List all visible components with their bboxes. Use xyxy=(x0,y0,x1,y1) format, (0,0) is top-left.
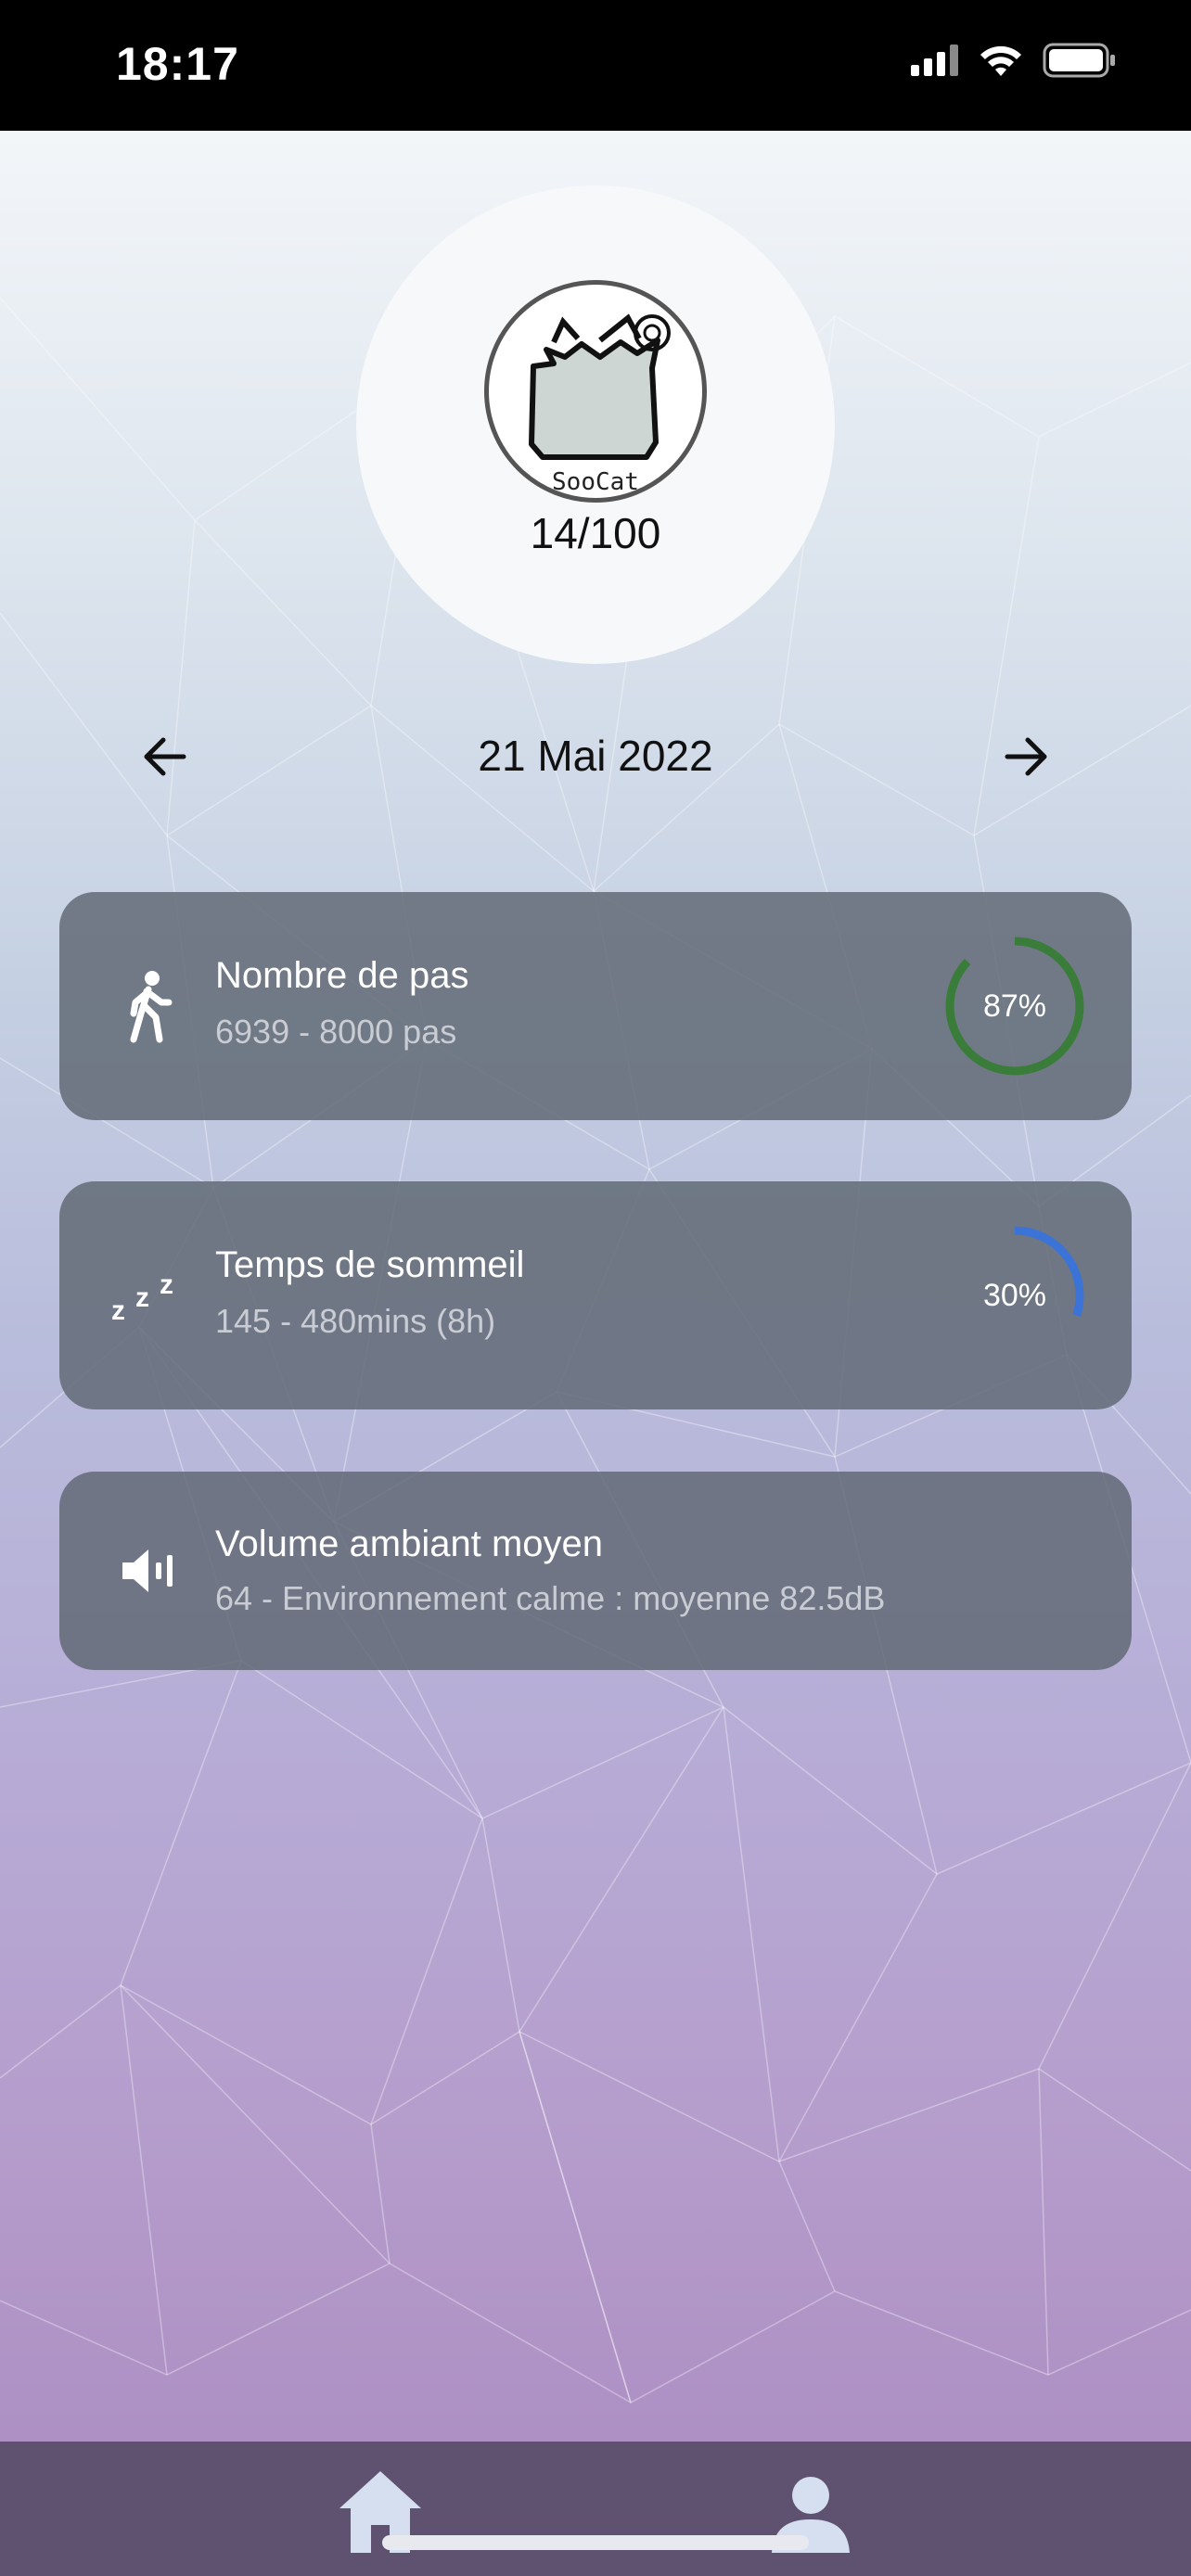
signal-icon xyxy=(911,45,958,76)
sleep-card[interactable]: z z z Temps de sommeil 145 - 480mins (8h… xyxy=(59,1181,1132,1409)
status-time: 18:17 xyxy=(116,38,239,90)
steps-subtitle: 6939 - 8000 pas xyxy=(215,1013,457,1051)
logo-text: SooCat xyxy=(552,468,639,496)
date-navigation: 21 Mai 2022 xyxy=(0,714,1191,797)
status-icons xyxy=(911,43,1117,78)
walking-icon xyxy=(102,960,195,1052)
home-indicator xyxy=(382,2535,809,2550)
volume-title: Volume ambiant moyen xyxy=(215,1524,604,1564)
svg-text:z: z xyxy=(111,1295,125,1323)
volume-card[interactable]: Volume ambiant moyen 64 - Environnement … xyxy=(59,1472,1132,1670)
svg-text:z: z xyxy=(160,1269,173,1300)
steps-progress-ring: 87% xyxy=(941,932,1089,1080)
next-day-arrow-icon[interactable] xyxy=(994,727,1054,786)
soocat-bag-icon xyxy=(529,313,671,460)
sleep-zzz-icon: z z z xyxy=(102,1249,195,1342)
volume-icon xyxy=(102,1524,195,1617)
steps-card[interactable]: Nombre de pas 6939 - 8000 pas 87% xyxy=(59,892,1132,1120)
steps-percent: 87% xyxy=(982,988,1047,1024)
score-label: 14/100 xyxy=(530,509,661,557)
sleep-progress-ring: 30% xyxy=(941,1221,1089,1370)
soocat-logo: SooCat xyxy=(484,280,707,503)
battery-icon xyxy=(1043,43,1115,78)
sleep-percent: 30% xyxy=(982,1277,1047,1313)
svg-text:z: z xyxy=(135,1282,149,1313)
volume-subtitle: 64 - Environnement calme : moyenne 82.5d… xyxy=(215,1579,886,1617)
sleep-subtitle: 145 - 480mins (8h) xyxy=(215,1302,496,1340)
steps-title: Nombre de pas xyxy=(215,955,469,996)
sleep-title: Temps de sommeil xyxy=(215,1244,525,1285)
status-bar: 18:17 xyxy=(0,0,1191,131)
wifi-icon xyxy=(980,45,1021,76)
bottom-navigation xyxy=(0,2442,1191,2576)
